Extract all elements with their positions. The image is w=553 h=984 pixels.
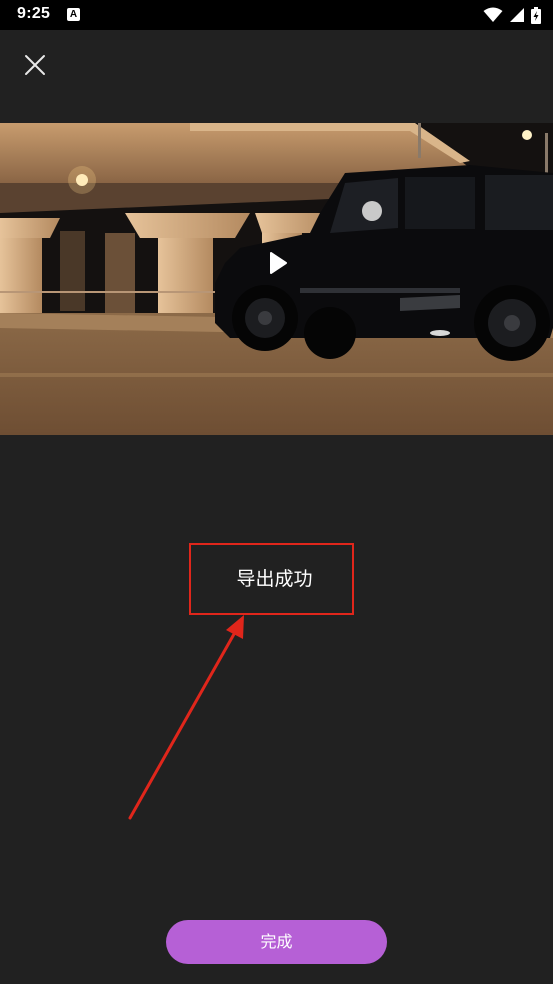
status-icons bbox=[483, 6, 541, 24]
export-success-screen: 9:25 A 导出成功 完成 bbox=[0, 0, 553, 984]
video-preview[interactable] bbox=[0, 123, 553, 435]
close-icon bbox=[25, 55, 45, 75]
a-icon: A bbox=[67, 8, 80, 21]
wifi-icon bbox=[483, 7, 503, 22]
battery-charging-icon bbox=[531, 6, 541, 24]
status-time: 9:25 bbox=[17, 5, 51, 22]
close-button[interactable] bbox=[20, 50, 50, 80]
signal-icon bbox=[510, 8, 524, 22]
play-button[interactable] bbox=[264, 250, 290, 276]
video-thumbnail bbox=[0, 123, 553, 435]
play-icon bbox=[270, 252, 287, 274]
status-bar: 9:25 A bbox=[0, 0, 553, 30]
annotation-arrow bbox=[128, 615, 244, 820]
done-button[interactable]: 完成 bbox=[166, 920, 387, 964]
